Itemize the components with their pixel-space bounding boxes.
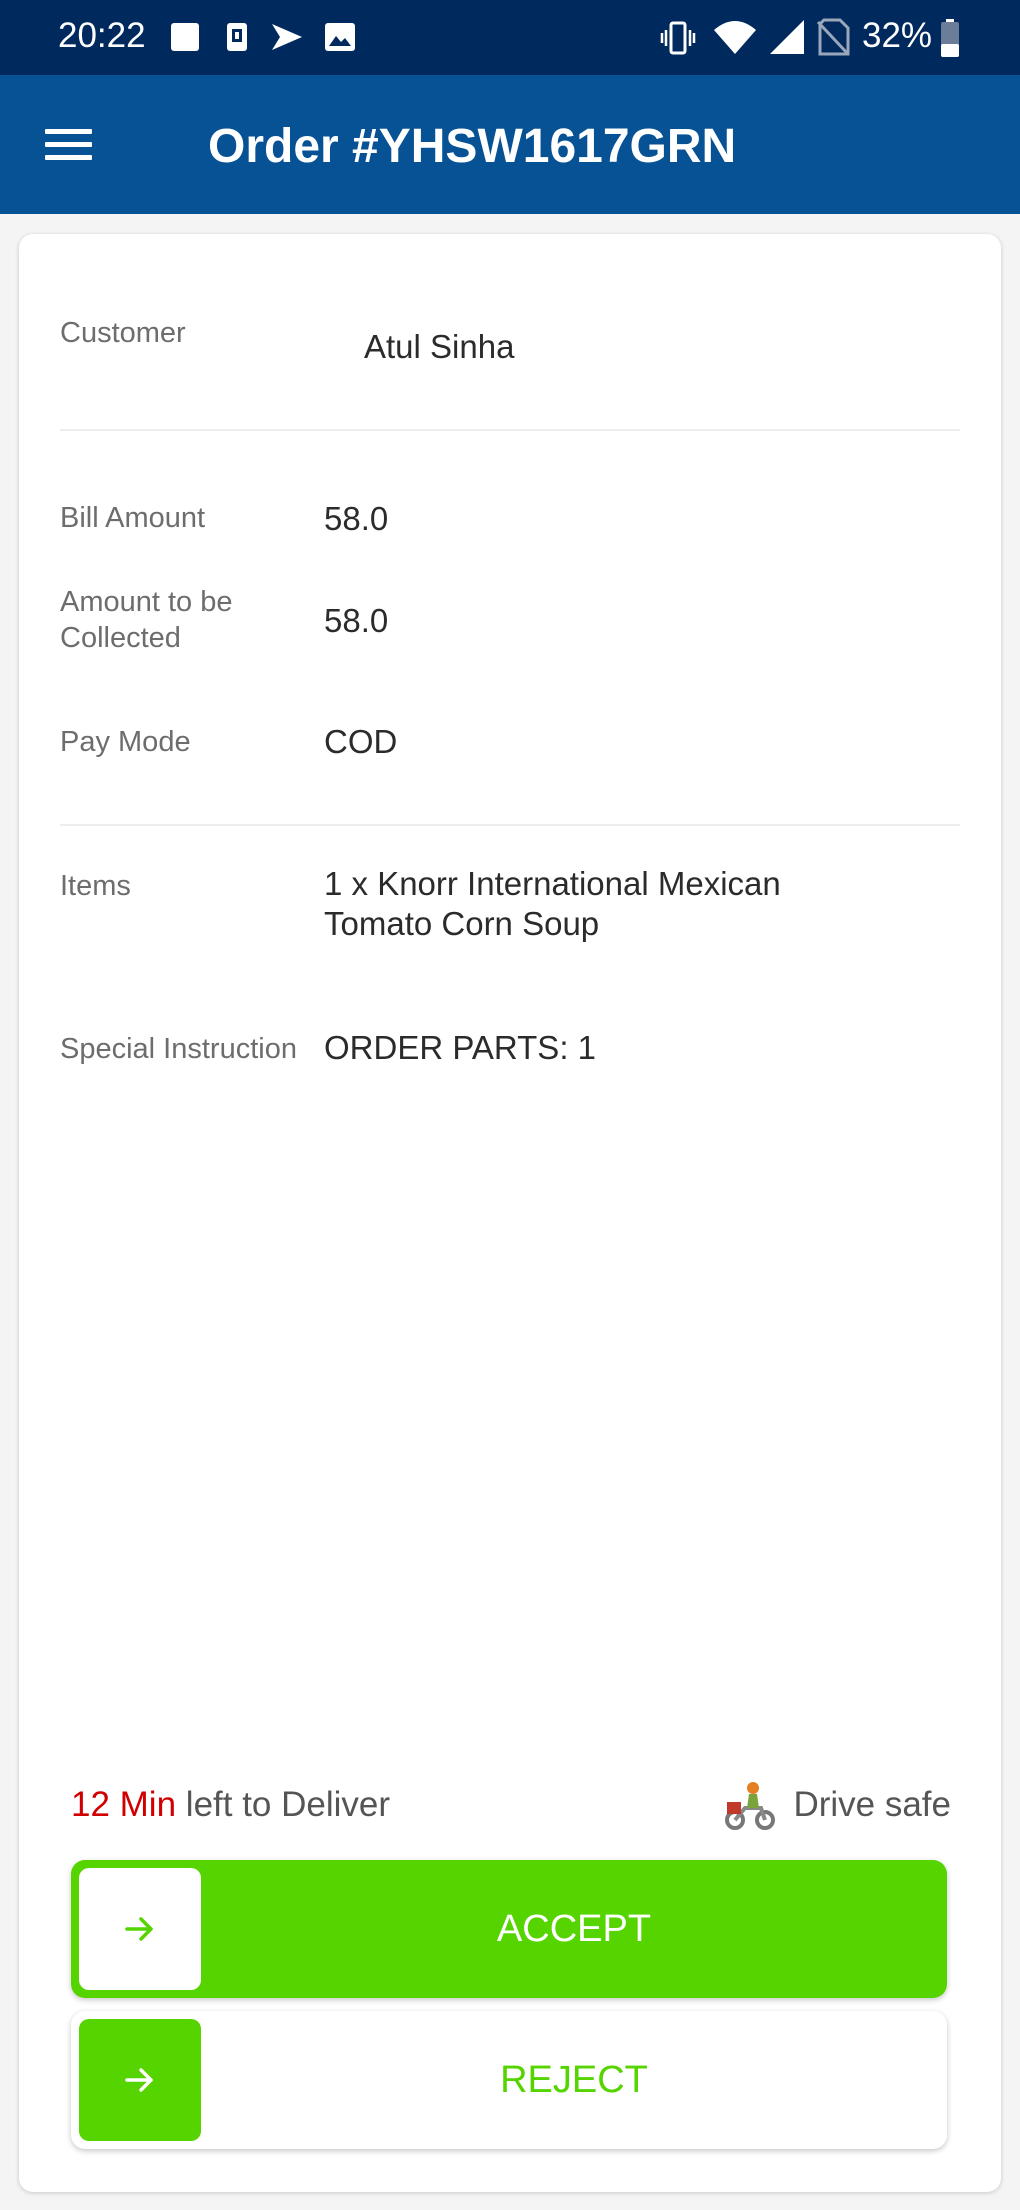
square-notification-icon bbox=[171, 23, 199, 51]
amount-collected-label: Amount to be Collected bbox=[60, 586, 233, 654]
minutes-left: 12 Min bbox=[71, 1785, 177, 1824]
page-title: Order #YHSW1617GRN bbox=[208, 120, 737, 173]
status-time: 20:22 bbox=[58, 16, 146, 55]
signal-icon bbox=[770, 20, 804, 54]
battery-icon bbox=[941, 19, 959, 57]
reject-slider-handle[interactable] bbox=[79, 2019, 201, 2141]
pay-mode-value: COD bbox=[324, 723, 398, 760]
special-instruction-label: Special Instruction bbox=[60, 1033, 297, 1065]
order-details-card: Customer Atul Sinha Bill Amount 58.0 Amo… bbox=[19, 234, 1001, 2192]
bill-amount-label: Bill Amount bbox=[60, 502, 206, 534]
items-label: Items bbox=[60, 870, 131, 902]
delivery-info: 12 Min left to Deliver Drive safe bbox=[71, 1780, 951, 1830]
app-bar: Order #YHSW1617GRN bbox=[0, 75, 1020, 214]
customer-value: Atul Sinha bbox=[364, 328, 515, 365]
arrow-right-icon bbox=[125, 1917, 153, 1941]
drive-safe-text: Drive safe bbox=[793, 1785, 951, 1824]
customer-label: Customer bbox=[60, 317, 186, 349]
arrow-right-icon bbox=[125, 2068, 153, 2092]
hamburger-menu-icon[interactable] bbox=[30, 107, 106, 183]
items-value: 1 x Knorr International Mexican Tomato C… bbox=[324, 865, 781, 942]
download-app-icon bbox=[227, 23, 247, 51]
pay-mode-label: Pay Mode bbox=[60, 726, 191, 758]
time-left-text: 12 Min left to Deliver bbox=[71, 1785, 391, 1824]
bill-amount-value: 58.0 bbox=[324, 500, 389, 537]
status-bar: 20:22 32% bbox=[0, 0, 1020, 75]
accept-slider-handle[interactable] bbox=[79, 1868, 201, 1990]
reject-slide-button[interactable]: REJECT bbox=[71, 2011, 947, 2149]
delivery-rider-icon bbox=[725, 1782, 775, 1830]
image-icon bbox=[325, 23, 355, 51]
no-sim-icon bbox=[816, 18, 850, 56]
battery-percent: 32% bbox=[862, 16, 933, 55]
divider bbox=[60, 429, 960, 431]
accept-slide-button[interactable]: ACCEPT bbox=[71, 1860, 947, 1998]
accept-label: ACCEPT bbox=[496, 1908, 652, 1950]
divider bbox=[60, 824, 960, 826]
amount-collected-value: 58.0 bbox=[324, 602, 389, 639]
wifi-icon bbox=[714, 21, 756, 54]
vibrate-icon bbox=[660, 21, 696, 55]
location-arrow-icon bbox=[272, 24, 302, 50]
special-instruction-value: ORDER PARTS: 1 bbox=[324, 1029, 597, 1066]
reject-label: REJECT bbox=[500, 2059, 648, 2101]
